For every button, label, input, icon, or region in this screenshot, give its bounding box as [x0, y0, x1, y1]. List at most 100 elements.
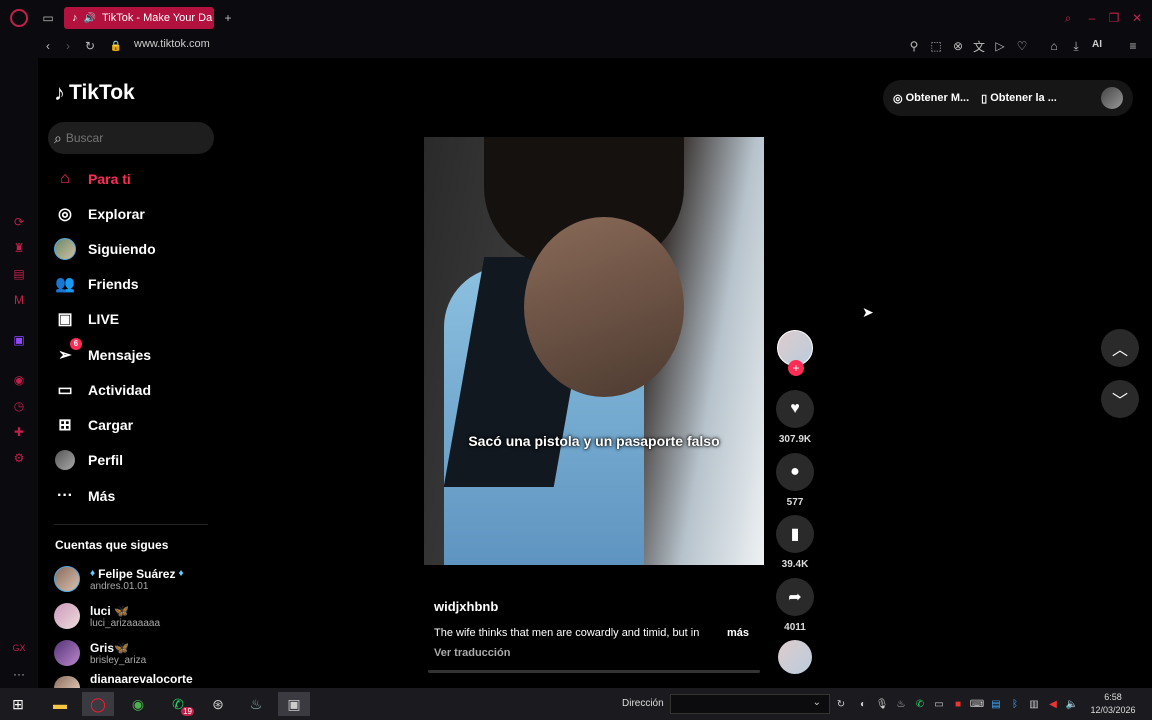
followed-account[interactable]: dianaarevalocorte [54, 672, 193, 688]
profile-avatar[interactable] [1101, 87, 1123, 109]
following-title: Cuentas que sigues [55, 538, 169, 552]
tray-keyboard-icon[interactable]: ⌨ [970, 697, 984, 711]
get-app-button[interactable]: ▯ Obtener la ... [981, 92, 1057, 105]
more-link[interactable]: más [727, 627, 749, 639]
play-icon[interactable]: ▷ [992, 38, 1008, 54]
share-button[interactable]: ➦ [776, 578, 814, 616]
followed-account[interactable]: luci 🦋 luci_arizaaaaaa [54, 603, 160, 629]
mouse-cursor-icon: ➤ [862, 304, 874, 320]
save-button[interactable]: ▮ [776, 515, 814, 553]
twitch-icon[interactable]: ▣ [11, 332, 27, 348]
maximize-icon[interactable]: ❐ [1106, 10, 1122, 26]
url-field[interactable]: www.tiktok.com [134, 38, 210, 50]
ai-button[interactable]: AI [1092, 39, 1102, 50]
minimize-icon[interactable]: – [1084, 10, 1100, 26]
clock[interactable]: 6:58 12/03/2026 [1090, 691, 1136, 717]
search-input[interactable] [65, 131, 196, 145]
nav-friends[interactable]: 👥 Friends [54, 272, 139, 296]
nav-mas[interactable]: ··· Más [54, 484, 115, 508]
sidebar-robot-icon[interactable]: ♜ [11, 240, 27, 256]
extensions-icon[interactable]: ✚ [11, 424, 27, 440]
search-icon[interactable]: ⌕ [1060, 10, 1076, 26]
sidebar-aria-icon[interactable]: ⟳ [11, 214, 27, 230]
address-bar: ‹ › ↻ 🔒 www.tiktok.com ⚲ ⬚ ⊗ 文 ▷ ♡ ⌂ ⤓ A… [0, 34, 1152, 58]
sidebar-player-icon[interactable]: ◉ [11, 372, 27, 388]
windows-start-icon[interactable]: ⊞ [2, 692, 34, 716]
microphone-icon[interactable]: 🎙 [875, 697, 889, 711]
sidebar-more-icon[interactable]: ··· [11, 666, 27, 682]
steam-icon[interactable]: ♨ [240, 692, 272, 716]
close-icon[interactable]: ✕ [1129, 10, 1145, 26]
video-player[interactable]: Sacó una pistola y un pasaporte falso [424, 137, 764, 565]
gx-icon[interactable]: GX [11, 640, 27, 656]
comment-count: 577 [786, 497, 804, 508]
avatar [54, 676, 80, 688]
nav-perfil[interactable]: Perfil [54, 448, 123, 472]
network-icon[interactable]: ▥ [1027, 697, 1041, 711]
file-explorer-icon[interactable]: ▬ [44, 692, 76, 716]
search-box[interactable]: ⌕ [48, 122, 214, 154]
share-icon: ➦ [788, 589, 802, 606]
nav-mensajes[interactable]: ➢ 6 Mensajes [54, 338, 151, 367]
nav-live[interactable]: ▣ LIVE [54, 307, 119, 331]
history-icon[interactable]: ◷ [11, 398, 27, 414]
nav-para-ti[interactable]: ⌂ Para ti [54, 167, 131, 191]
opera-logo-icon[interactable] [10, 9, 28, 27]
search-icon: ⌕ [54, 129, 62, 146]
next-video-button[interactable]: ﹀ [1101, 380, 1139, 418]
follow-plus-icon[interactable]: + [788, 360, 804, 376]
previous-video-button[interactable]: ︿ [1101, 329, 1139, 367]
tray-whatsapp-icon[interactable]: ✆ [913, 697, 927, 711]
followed-account[interactable]: Gris🦋 brisley_ariza [54, 640, 146, 666]
heart-icon[interactable]: ♡ [1014, 38, 1030, 54]
download-icon[interactable]: ⤓ [1068, 38, 1084, 54]
get-coins-button[interactable]: ◎ Obtener M... [893, 92, 969, 105]
tray-steam-icon[interactable]: ♨ [894, 697, 908, 711]
new-tab-icon[interactable]: + [220, 10, 236, 26]
volume-icon[interactable]: 🔈 [1065, 697, 1079, 711]
forward-icon[interactable]: › [60, 38, 76, 54]
chrome-icon[interactable]: ◉ [122, 692, 154, 716]
video-progress-bar[interactable] [428, 670, 760, 673]
settings-icon[interactable]: ⚙ [11, 450, 27, 466]
nav-explorar[interactable]: ◎ Explorar [54, 202, 145, 226]
whatsapp-icon[interactable]: ✆ 19 [162, 692, 194, 716]
opera-taskbar-icon[interactable]: ◯ [82, 692, 114, 716]
app-icon[interactable]: ⊛ [202, 692, 234, 716]
sidebar-m-icon[interactable]: M [11, 292, 27, 308]
sidebar-workspace-icon[interactable]: ▤ [11, 266, 27, 282]
speaker-icon[interactable]: 🔊 [84, 13, 96, 24]
translate-link[interactable]: Ver traducción [434, 647, 510, 659]
nav-actividad[interactable]: ▭ Actividad [54, 378, 151, 402]
video-description: The wife thinks that men are cowardly an… [434, 627, 700, 639]
browser-tab-bar: ▭ ♪ 🔊 TikTok - Make Your Da + ⌕ – ❐ ✕ [0, 0, 1152, 34]
reload-icon[interactable]: ↻ [82, 38, 98, 54]
tab-tiktok[interactable]: ♪ 🔊 TikTok - Make Your Da [64, 7, 214, 29]
adblock-icon[interactable]: ⊗ [950, 38, 966, 54]
tray-display-icon[interactable]: ▤ [989, 697, 1003, 711]
pin-icon[interactable]: ⚲ [906, 38, 922, 54]
account-icon[interactable]: ⌂ [1046, 38, 1062, 54]
account-handle: andres.01.01 [90, 580, 149, 592]
window-icon[interactable]: ▣ [278, 692, 310, 716]
refresh-icon[interactable]: ↻ [834, 697, 848, 711]
tray-window-icon[interactable]: ▭ [932, 697, 946, 711]
nav-cargar[interactable]: ⊞ Cargar [54, 413, 133, 437]
video-author[interactable]: widjxhbnb [434, 599, 498, 614]
snapshot-icon[interactable]: ⬚ [928, 38, 944, 54]
tray-alert-icon[interactable]: ◀ [1046, 697, 1060, 711]
bluetooth-icon[interactable]: ᛒ [1008, 697, 1022, 711]
nav-siguiendo[interactable]: Siguiendo [54, 237, 156, 261]
translate-icon[interactable]: 文 [971, 38, 987, 54]
back-icon[interactable]: ‹ [40, 38, 56, 54]
comment-button[interactable]: ● [776, 453, 814, 491]
tab-manager-icon[interactable]: ▭ [40, 10, 56, 26]
address-toolbar-input[interactable]: ⌄ [670, 694, 830, 714]
tiktok-logo[interactable]: ♪ TikTok [54, 80, 135, 106]
tray-red-app-icon[interactable]: ■ [951, 697, 965, 711]
followed-account[interactable]: ♦ Felipe Suárez ♦ andres.01.01 [54, 566, 184, 592]
like-button[interactable]: ♥ [776, 390, 814, 428]
tray-app-icon[interactable]: ◐ [856, 697, 870, 711]
music-disc[interactable] [778, 640, 812, 674]
menu-icon[interactable]: ≡ [1125, 38, 1141, 54]
